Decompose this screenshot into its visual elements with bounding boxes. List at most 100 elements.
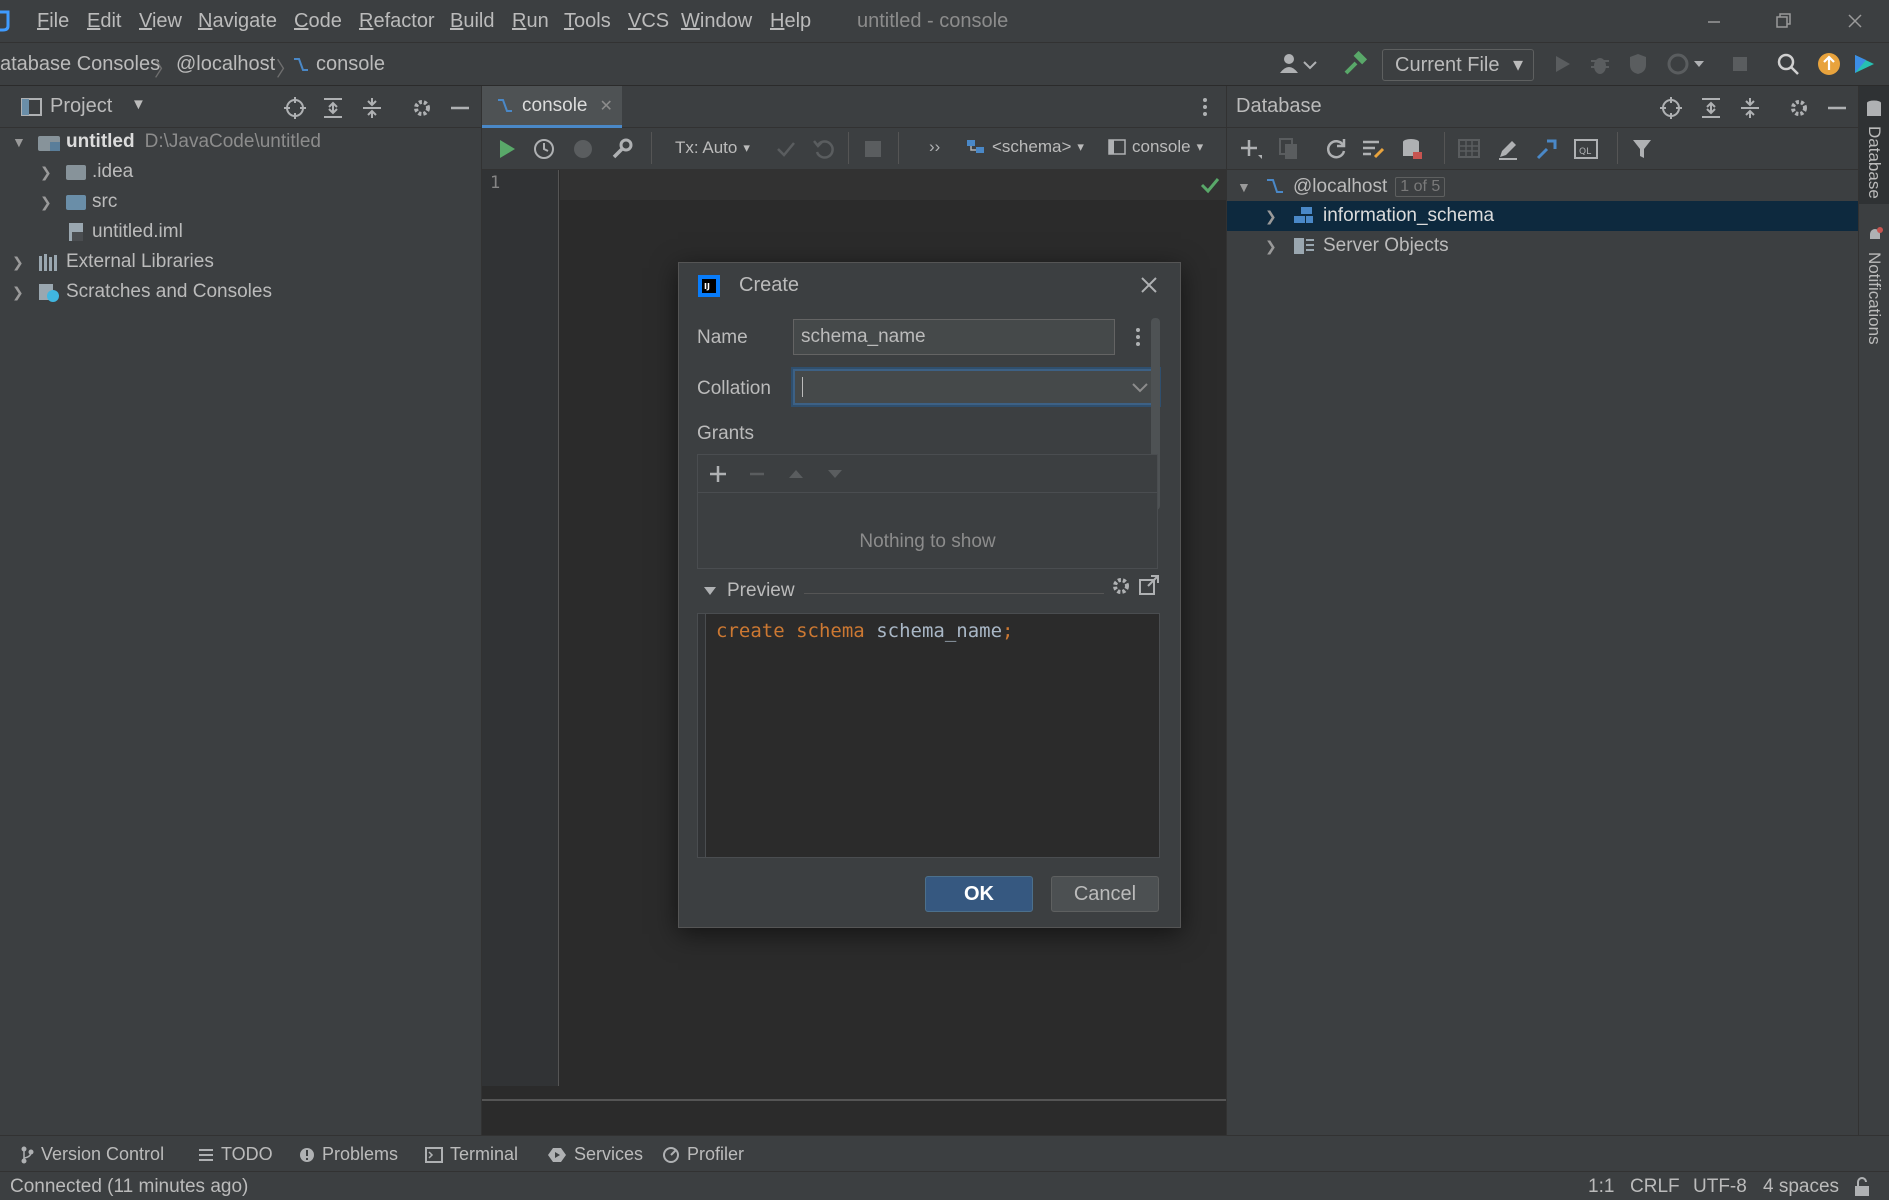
menu-refactor[interactable]: Refactor [359, 10, 435, 33]
more-actions-icon[interactable]: ›› [929, 137, 940, 157]
menu-view[interactable]: View [139, 10, 182, 33]
debug-icon[interactable] [1588, 51, 1612, 77]
table-icon[interactable] [1457, 137, 1481, 161]
jetbrains-toolbox-icon[interactable] [1852, 51, 1878, 77]
expand-all-icon[interactable] [1700, 96, 1722, 120]
duplicate-icon[interactable] [1278, 137, 1300, 161]
build-hammer-icon[interactable] [1342, 51, 1368, 77]
tree-item-external-libraries[interactable]: ❯ External Libraries [12, 247, 214, 277]
tree-item-untitled[interactable]: ▼ untitled D:\JavaCode\untitled [12, 127, 321, 157]
breadcrumb-database-consoles[interactable]: atabase Consoles [0, 53, 160, 76]
menu-edit[interactable]: Edit [87, 10, 121, 33]
tool-window-services[interactable]: Services [547, 1144, 643, 1165]
close-tab-icon[interactable]: ✕ [600, 96, 613, 116]
sql-preview-editor[interactable]: create schema schema_name; [697, 613, 1160, 858]
breadcrumb-console[interactable]: console [292, 53, 385, 76]
stop-icon[interactable] [1728, 51, 1752, 77]
cancel-running-icon[interactable] [572, 138, 594, 160]
tool-window-notifications-button[interactable]: Notifications [1859, 226, 1889, 346]
refresh-icon[interactable] [1324, 137, 1348, 161]
rollback-icon[interactable] [812, 137, 836, 161]
tree-item-iml[interactable]: untitled.iml [68, 217, 183, 247]
tool-window-profiler[interactable]: Profiler [662, 1144, 744, 1165]
collation-combobox[interactable] [793, 369, 1159, 405]
cancel-button[interactable]: Cancel [1051, 876, 1159, 912]
jump-to-source-icon[interactable] [1535, 137, 1559, 161]
move-down-icon[interactable] [825, 464, 845, 484]
profile-run-icon[interactable] [1666, 51, 1710, 77]
ok-button[interactable]: OK [925, 876, 1033, 912]
tool-window-terminal[interactable]: Terminal [425, 1144, 518, 1165]
tool-window-todo[interactable]: TODO [198, 1144, 273, 1165]
menu-help[interactable]: Help [770, 10, 811, 33]
commit-icon[interactable] [774, 137, 798, 161]
more-options-icon[interactable] [1134, 327, 1142, 349]
tool-window-version-control[interactable]: Version Control [20, 1144, 164, 1165]
schema-sync-icon[interactable] [1361, 137, 1387, 161]
update-icon[interactable] [1816, 51, 1842, 77]
execute-icon[interactable] [496, 137, 518, 161]
lock-icon[interactable] [1853, 1177, 1871, 1197]
search-icon[interactable] [1776, 51, 1800, 77]
gear-icon[interactable] [1787, 96, 1811, 120]
chevron-down-icon[interactable]: ▼ [131, 96, 146, 113]
run-icon[interactable] [1550, 51, 1574, 77]
menu-tools[interactable]: Tools [564, 10, 611, 33]
menu-vcs[interactable]: VCS [628, 10, 669, 33]
chevron-down-icon[interactable] [1131, 378, 1149, 396]
data-source-properties-icon[interactable] [1400, 137, 1424, 161]
settings-wrench-icon[interactable] [610, 137, 634, 161]
remove-grant-icon[interactable] [747, 464, 767, 484]
history-icon[interactable] [532, 137, 556, 161]
transaction-mode-selector[interactable]: Tx: Auto ▾ [675, 138, 750, 158]
coverage-icon[interactable] [1626, 51, 1650, 77]
expand-all-icon[interactable] [322, 96, 344, 120]
menu-code[interactable]: Code [294, 10, 342, 33]
more-options-icon[interactable] [1200, 96, 1210, 118]
close-window-icon[interactable] [1840, 8, 1870, 34]
tree-item-information-schema[interactable]: ❯ information_schema [1265, 201, 1494, 231]
tab-console[interactable]: console ✕ [482, 86, 622, 128]
restore-icon[interactable] [1768, 8, 1798, 34]
locate-icon[interactable] [1659, 96, 1683, 120]
stop-icon[interactable] [862, 138, 884, 160]
hide-panel-icon[interactable] [449, 96, 471, 120]
hide-panel-icon[interactable] [1826, 96, 1848, 120]
tree-item-idea[interactable]: ❯ .idea [40, 157, 133, 187]
query-console-icon[interactable]: QL [1573, 137, 1599, 161]
close-icon[interactable] [1137, 273, 1161, 297]
tree-item-scratches[interactable]: ❯ Scratches and Consoles [12, 277, 272, 307]
console-session-selector[interactable]: console ▾ [1108, 137, 1203, 157]
locate-icon[interactable] [283, 96, 307, 120]
run-configuration-selector[interactable]: Current File ▾ [1382, 49, 1534, 81]
caret-position[interactable]: 1:1 [1588, 1176, 1614, 1198]
tree-item-server-objects[interactable]: ❯ Server Objects [1265, 231, 1449, 261]
menu-navigate[interactable]: Navigate [198, 10, 277, 33]
open-in-editor-icon[interactable] [1138, 574, 1160, 596]
status-message[interactable]: Connected (11 minutes ago) [10, 1176, 248, 1198]
indent-setting[interactable]: 4 spaces [1763, 1176, 1839, 1198]
add-grant-icon[interactable] [708, 464, 728, 484]
menu-run[interactable]: Run [512, 10, 549, 33]
menu-build[interactable]: Build [450, 10, 494, 33]
gear-icon[interactable] [410, 96, 434, 120]
minimize-icon[interactable] [1699, 8, 1729, 34]
collapse-all-icon[interactable] [361, 96, 383, 120]
tree-item-src[interactable]: ❯ src [40, 187, 117, 217]
user-icon[interactable] [1278, 51, 1318, 77]
name-input[interactable]: schema_name [793, 319, 1115, 355]
schema-selector[interactable]: <schema> ▾ [966, 137, 1084, 157]
move-up-icon[interactable] [786, 464, 806, 484]
file-encoding[interactable]: UTF-8 [1693, 1176, 1747, 1198]
edit-icon[interactable] [1496, 137, 1520, 161]
tree-item-localhost[interactable]: ▼ @localhost 1 of 5 [1237, 172, 1446, 202]
tool-window-problems[interactable]: Problems [299, 1144, 398, 1165]
menu-window[interactable]: Window [681, 10, 752, 33]
preview-settings-gear-icon[interactable] [1109, 574, 1133, 598]
collapse-all-icon[interactable] [1739, 96, 1761, 120]
preview-toggle[interactable]: Preview [703, 580, 795, 602]
add-icon[interactable] [1239, 137, 1265, 161]
filter-icon[interactable] [1631, 137, 1653, 161]
breadcrumb-localhost[interactable]: @localhost [176, 53, 275, 76]
project-panel-title[interactable]: Project [50, 95, 112, 118]
